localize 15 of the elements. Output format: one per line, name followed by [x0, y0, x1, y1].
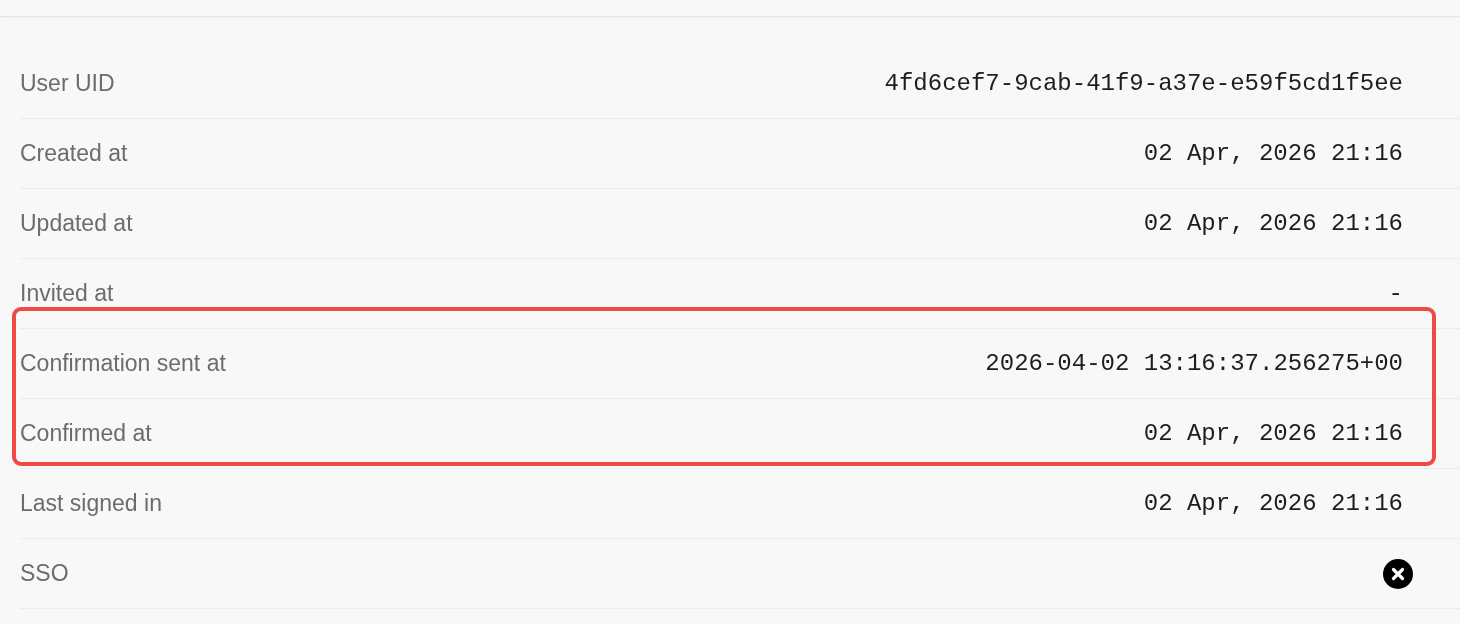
field-value: 2026-04-02 13:16:37.256275+00 — [985, 348, 1403, 379]
field-value: - — [1388, 278, 1403, 309]
field-label: Last signed in — [20, 489, 162, 519]
field-value: 4fd6cef7-9cab-41f9-a37e-e59f5cd1f5ee — [884, 68, 1403, 99]
field-value: 02 Apr, 2026 21:16 — [1143, 208, 1403, 239]
field-label: Confirmed at — [20, 419, 152, 449]
field-value: 02 Apr, 2026 21:16 — [1143, 138, 1403, 169]
field-label: Updated at — [20, 209, 133, 239]
field-label: Confirmation sent at — [20, 349, 226, 379]
field-value: 02 Apr, 2026 21:16 — [1143, 418, 1403, 449]
field-label: Invited at — [20, 279, 114, 309]
field-label: Created at — [20, 139, 128, 169]
field-label: User UID — [20, 69, 115, 99]
field-label: SSO — [20, 559, 69, 589]
field-value: 02 Apr, 2026 21:16 — [1143, 488, 1403, 519]
